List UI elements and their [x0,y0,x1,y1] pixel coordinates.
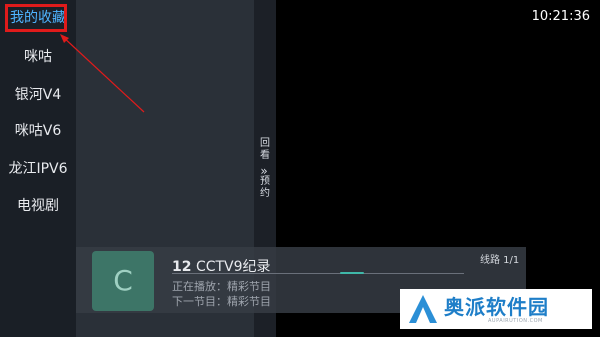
annotation-arrow [60,34,145,113]
watermark-name: 奥派软件园 [444,295,549,319]
iptv-app: 我的收藏 咪咕 银河V4 咪咕V6 龙江IPV6 电视剧 回 看 » 预 约 1… [0,0,600,337]
watermark-logo-icon [409,295,437,323]
watermark-subtitle: AUPAIRUTION.COM [488,318,543,324]
annotation-arrow-line [61,35,145,113]
